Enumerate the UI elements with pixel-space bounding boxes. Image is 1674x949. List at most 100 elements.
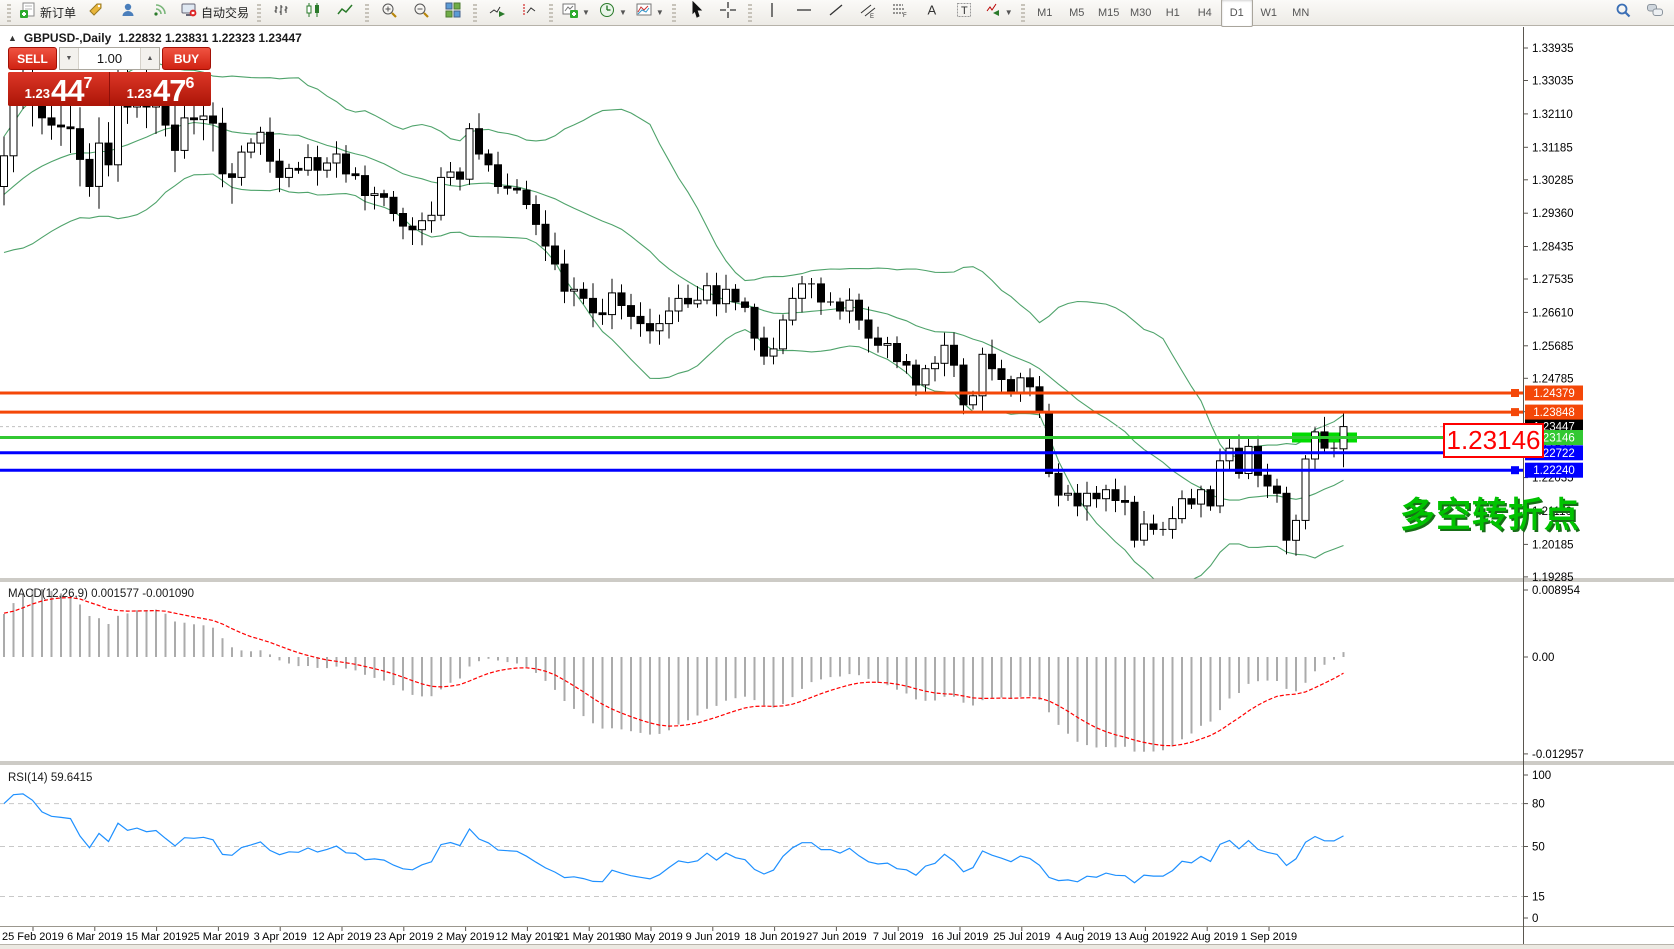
toolbar-candlestick-chart-button[interactable] [297,1,329,25]
fibonacci-icon: F [891,1,909,24]
toolbar-grip[interactable] [473,4,477,22]
toolbar-text-label-button[interactable]: T [948,1,980,25]
svg-text:1.24785: 1.24785 [1532,373,1574,385]
toolbar-tf-M1-button[interactable]: M1 [1029,0,1061,27]
toolbar-tf-M5-button[interactable]: M5 [1061,0,1093,27]
toolbar-grip[interactable] [257,4,261,22]
price-chart-canvas[interactable]: 1.339351.330351.321101.311851.302851.293… [0,0,1674,949]
arrows-dropdown-icon[interactable]: ▼ [1005,8,1013,17]
toolbar-market-watch-button[interactable] [80,1,112,25]
svg-text:1 Sep 2019: 1 Sep 2019 [1241,931,1297,943]
toolbar-chart-shift-button[interactable] [513,1,545,25]
toolbar-new-order-button[interactable]: 新订单 [15,1,80,25]
buy-price-display[interactable]: 1.23476 [110,72,211,106]
periods-icon [598,1,616,24]
toolbar-grip[interactable] [549,4,553,22]
volume-decrease-button[interactable]: ▼ [60,48,79,69]
svg-text:1.26610: 1.26610 [1532,307,1574,319]
auto-trading-label: 自动交易 [201,4,249,21]
toolbar-tf-D1-button[interactable]: D1 [1221,0,1253,27]
community-icon [119,1,137,24]
toolbar-arrows-button[interactable]: ▼ [980,1,1017,25]
volume-increase-button[interactable]: ▲ [140,48,159,69]
signals-icon [151,1,169,24]
sell-price-display[interactable]: 1.23447 [8,72,109,106]
chat-icon [1646,1,1664,24]
templates-icon [635,1,653,24]
svg-text:1.28435: 1.28435 [1532,242,1574,254]
svg-text:0.008954: 0.008954 [1532,585,1581,597]
sell-button[interactable]: SELL [8,47,57,70]
collapse-chart-icon[interactable]: ▲ [8,33,17,43]
chart-shift-icon [520,1,538,24]
toolbar-signals-button[interactable] [144,1,176,25]
price-callout-box[interactable]: 1.23146 [1443,423,1544,458]
toolbar-grip[interactable] [1021,4,1025,22]
svg-text:12 May 2019: 12 May 2019 [496,931,560,943]
svg-text:25 Mar 2019: 25 Mar 2019 [188,931,250,943]
toolbar-tile-windows-button[interactable] [437,1,469,25]
trendline-icon [827,1,845,24]
ohlc-values: 1.22832 1.23831 1.22323 1.23447 [118,31,302,45]
toolbar-tf-W1-button[interactable]: W1 [1253,0,1285,27]
toolbar-grip[interactable] [365,4,369,22]
periods-dropdown-icon[interactable]: ▼ [619,8,627,17]
svg-text:4 Aug 2019: 4 Aug 2019 [1056,931,1112,943]
tf-H1-label: H1 [1166,7,1180,19]
svg-text:30 May 2019: 30 May 2019 [619,931,683,943]
toolbar-tf-M15-button[interactable]: M15 [1093,0,1125,27]
toolbar-chat-button[interactable] [1639,1,1671,25]
toolbar-grip[interactable] [7,4,11,22]
svg-text:1.33935: 1.33935 [1532,43,1574,55]
toolbar-cursor-button[interactable] [680,1,712,25]
toolbar-zoom-out-button[interactable] [405,1,437,25]
tile-windows-icon [444,1,462,24]
auto-scroll-icon [488,1,506,24]
toolbar-text-button[interactable]: A [916,1,948,25]
toolbar-zoom-in-button[interactable] [373,1,405,25]
tf-W1-label: W1 [1260,7,1277,19]
toolbar-line-chart-button[interactable] [329,1,361,25]
toolbar-vertical-line-button[interactable] [756,1,788,25]
toolbar-search-button[interactable] [1607,1,1639,25]
templates-dropdown-icon[interactable]: ▼ [656,8,664,17]
toolbar-templates-button[interactable]: ▼ [631,1,668,25]
toolbar-bar-chart-button[interactable] [265,1,297,25]
toolbar-grip[interactable] [748,4,752,22]
svg-text:1.31185: 1.31185 [1532,142,1573,154]
toolbar-new-chart-button[interactable]: ▼ [557,1,594,25]
text-label-icon: T [955,1,973,24]
toolbar-grip[interactable] [672,4,676,22]
sell-price-prefix: 1.23 [25,86,50,101]
new-chart-dropdown-icon[interactable]: ▼ [582,8,590,17]
toolbar-equidistant-channel-button[interactable]: E [852,1,884,25]
svg-text:1.20185: 1.20185 [1532,539,1574,551]
toolbar-fibonacci-button[interactable]: F [884,1,916,25]
zoom-in-icon [380,1,398,24]
sell-price-sup: 7 [83,75,92,93]
toolbar-tf-H1-button[interactable]: H1 [1157,0,1189,27]
svg-text:1.30285: 1.30285 [1532,175,1574,187]
toolbar-tf-M30-button[interactable]: M30 [1125,0,1157,27]
trend-note-text[interactable]: 多空转折点 [1400,487,1580,538]
toolbar-community-button[interactable] [112,1,144,25]
toolbar-horizontal-line-button[interactable] [788,1,820,25]
svg-text:T: T [961,5,968,17]
new-order-icon [19,1,37,24]
toolbar-auto-scroll-button[interactable] [481,1,513,25]
toolbar-auto-trading-button[interactable]: 自动交易 [176,1,253,25]
svg-text:100: 100 [1532,770,1551,782]
toolbar-crosshair-button[interactable] [712,1,744,25]
svg-text:1.27535: 1.27535 [1532,274,1574,286]
toolbar-periods-button[interactable]: ▼ [594,1,631,25]
toolbar-tf-H4-button[interactable]: H4 [1189,0,1221,27]
toolbar-trendline-button[interactable] [820,1,852,25]
buy-button[interactable]: BUY [162,47,211,70]
market-watch-icon [87,1,105,24]
svg-text:3 Apr 2019: 3 Apr 2019 [254,931,307,943]
volume-value[interactable]: 1.00 [79,48,140,69]
toolbar-tf-MN-button[interactable]: MN [1285,0,1317,27]
svg-text:6 Mar 2019: 6 Mar 2019 [67,931,123,943]
new-order-label: 新订单 [40,4,76,21]
svg-text:2 May 2019: 2 May 2019 [437,931,494,943]
